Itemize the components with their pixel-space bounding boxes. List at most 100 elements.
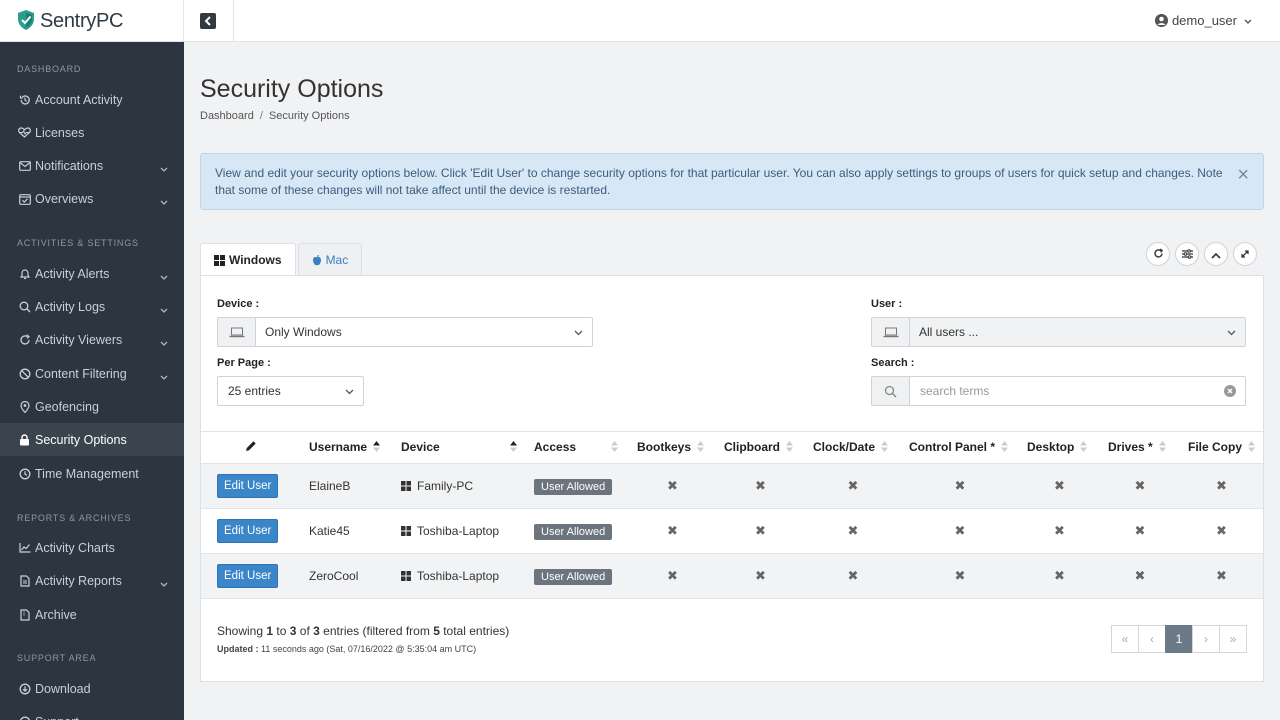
user-menu[interactable]: demo_user <box>1154 13 1252 28</box>
column-device[interactable]: Device <box>393 431 526 464</box>
sidebar-item-label: Geofencing <box>35 399 99 414</box>
x-mark-icon: ✖ <box>847 478 859 493</box>
per-page-select[interactable]: 25 entries <box>217 376 364 406</box>
option-cell[interactable]: ✖ <box>1019 553 1100 599</box>
user-circle-icon <box>1154 14 1168 27</box>
sidebar-item-content-filtering[interactable]: Content Filtering <box>0 357 184 390</box>
column-clipboard[interactable]: Clipboard <box>716 431 805 464</box>
edit-user-button[interactable]: Edit User <box>217 564 279 588</box>
option-cell[interactable]: ✖ <box>805 508 901 554</box>
per-page-value: 25 entries <box>228 384 281 398</box>
sidebar-item-licenses[interactable]: Licenses <box>0 116 184 149</box>
option-cell[interactable]: ✖ <box>901 508 1019 554</box>
username-cell: ElaineB <box>301 463 393 509</box>
option-cell[interactable]: ✖ <box>716 463 805 509</box>
column-desktop[interactable]: Desktop <box>1019 431 1100 464</box>
sidebar-toggle-button[interactable] <box>200 13 216 29</box>
option-cell[interactable]: ✖ <box>1019 508 1100 554</box>
next-page-button[interactable]: › <box>1192 625 1220 653</box>
x-mark-icon: ✖ <box>1134 478 1146 493</box>
sidebar-item-activity-reports[interactable]: Activity Reports <box>0 564 184 597</box>
tab-mac[interactable]: Mac <box>297 243 363 275</box>
option-cell[interactable]: ✖ <box>629 508 716 554</box>
first-page-button[interactable]: « <box>1111 625 1139 653</box>
sidebar-item-time-management[interactable]: Time Management <box>0 457 184 490</box>
sidebar-item-label: Overviews <box>35 191 94 206</box>
showing-text: total entries) <box>439 624 510 638</box>
expand-icon <box>1240 247 1250 262</box>
sidebar-item-activity-alerts[interactable]: Activity Alerts <box>0 257 184 290</box>
option-cell[interactable]: ✖ <box>805 463 901 509</box>
option-cell[interactable]: ✖ <box>901 553 1019 599</box>
fullscreen-button[interactable] <box>1233 242 1257 266</box>
option-cell[interactable]: ✖ <box>1100 553 1180 599</box>
prev-page-button[interactable]: ‹ <box>1138 625 1166 653</box>
sidebar-item-activity-logs[interactable]: Activity Logs <box>0 290 184 323</box>
map-pin-icon <box>18 400 31 413</box>
sidebar-item-overviews[interactable]: Overviews <box>0 182 184 215</box>
tab-windows-label: Windows <box>229 253 282 267</box>
column-clock-date[interactable]: Clock/Date <box>805 431 901 464</box>
option-cell[interactable]: ✖ <box>716 508 805 554</box>
option-cell[interactable]: ✖ <box>629 463 716 509</box>
column-access[interactable]: Access <box>526 431 629 464</box>
updated-timestamp: Updated : 11 seconds ago (Sat, 07/16/202… <box>217 644 476 654</box>
option-cell[interactable]: ✖ <box>1180 508 1263 554</box>
option-cell[interactable]: ✖ <box>805 553 901 599</box>
breadcrumb-dashboard[interactable]: Dashboard <box>200 110 254 122</box>
close-icon[interactable]: × <box>1237 165 1249 185</box>
topbar-divider <box>233 0 234 42</box>
sidebar-item-security-options[interactable]: Security Options <box>0 423 184 456</box>
option-cell[interactable]: ✖ <box>629 553 716 599</box>
device-select[interactable]: Only Windows <box>217 317 593 347</box>
column-label: Desktop <box>1027 440 1075 455</box>
page-1-button[interactable]: 1 <box>1165 625 1193 653</box>
edit-user-button[interactable]: Edit User <box>217 519 279 543</box>
sidebar-item-activity-charts[interactable]: Activity Charts <box>0 531 184 564</box>
settings-button[interactable] <box>1175 242 1199 266</box>
tab-windows[interactable]: Windows <box>200 243 296 276</box>
help-icon <box>18 715 31 720</box>
option-cell[interactable]: ✖ <box>716 553 805 599</box>
sidebar-item-activity-viewers[interactable]: Activity Viewers <box>0 323 184 356</box>
brand[interactable]: SentryPC <box>0 0 184 42</box>
updated-label: Updated : <box>217 644 259 654</box>
sidebar-item-geofencing[interactable]: Geofencing <box>0 390 184 423</box>
breadcrumb: Dashboard / Security Options <box>200 110 350 122</box>
collapse-panel-button[interactable] <box>1204 242 1228 266</box>
option-cell[interactable]: ✖ <box>1019 463 1100 509</box>
column-control-panel[interactable]: Control Panel * <box>901 431 1019 464</box>
column-username[interactable]: Username <box>301 431 393 464</box>
option-cell[interactable]: ✖ <box>1100 463 1180 509</box>
column-drives[interactable]: Drives * <box>1100 431 1180 464</box>
user-label: User : <box>871 298 903 310</box>
clear-search-icon[interactable] <box>1224 385 1236 397</box>
sidebar-item-archive[interactable]: Archive <box>0 598 184 631</box>
sidebar-item-download[interactable]: Download <box>0 672 184 705</box>
column-file-copy[interactable]: File Copy <box>1180 431 1263 464</box>
search-input[interactable] <box>910 378 1224 404</box>
calendar-check-icon <box>18 192 31 205</box>
option-cell[interactable]: ✖ <box>1100 508 1180 554</box>
refresh-button[interactable] <box>1146 242 1170 266</box>
x-mark-icon: ✖ <box>1134 568 1146 583</box>
sidebar-item-label: Activity Charts <box>35 540 115 555</box>
last-page-button[interactable]: » <box>1219 625 1247 653</box>
x-mark-icon: ✖ <box>667 523 678 538</box>
option-cell[interactable]: ✖ <box>1180 553 1263 599</box>
sidebar-item-notifications[interactable]: Notifications <box>0 149 184 182</box>
sidebar-item-account-activity[interactable]: Account Activity <box>0 83 184 116</box>
sidebar-item-support[interactable]: Support <box>0 705 184 720</box>
edit-user-button[interactable]: Edit User <box>217 474 279 498</box>
option-cell[interactable]: ✖ <box>1180 463 1263 509</box>
device-name: Family-PC <box>417 478 473 493</box>
column-bootkeys[interactable]: Bootkeys <box>629 431 716 464</box>
bell-icon <box>18 267 31 280</box>
chevron-down-icon <box>160 161 168 175</box>
column-label: Drives * <box>1108 440 1153 455</box>
option-cell[interactable]: ✖ <box>901 463 1019 509</box>
chevron-down-icon <box>160 369 168 383</box>
user-select[interactable]: All users ... <box>871 317 1246 347</box>
sidebar-item-label: Account Activity <box>35 92 123 107</box>
sidebar-section-header: SUPPORT AREA <box>17 653 97 663</box>
